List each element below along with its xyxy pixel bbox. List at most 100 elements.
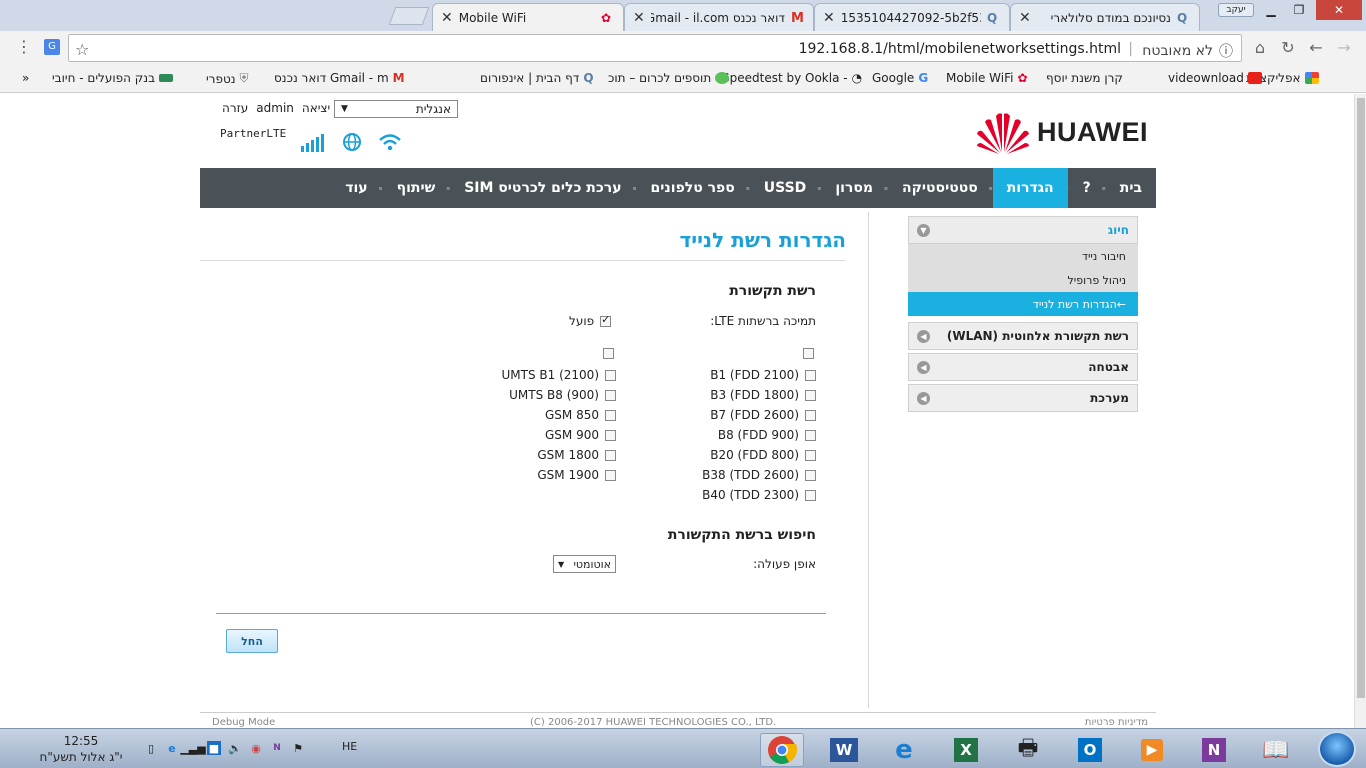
bookmark-bank[interactable]: בנק הפועלים - חיובי (52, 71, 174, 85)
band-b3[interactable]: B3 (FDD 1800) (710, 388, 816, 402)
excel-taskbar-icon[interactable]: X (944, 733, 988, 767)
logout-link[interactable]: יציאה (302, 101, 330, 115)
bookmark-netfree[interactable]: נטפרי ⛨ (206, 71, 249, 86)
apply-button[interactable]: החל (226, 629, 278, 653)
lte-enabled-checkbox[interactable]: פועל (569, 313, 612, 328)
security-indicator[interactable]: לא מאובטח ⓘ (1142, 41, 1233, 61)
scrollbar-thumb[interactable] (1357, 98, 1365, 698)
close-tab-icon[interactable]: ✕ (633, 10, 645, 26)
tab-gmail[interactable]: ✕ דואר נכנס Gmail - il.com M (624, 3, 814, 31)
home-icon[interactable]: ⌂ (1250, 38, 1270, 57)
language-select[interactable]: אנגלית ▼ (334, 100, 458, 118)
bookmarks-overflow-button[interactable]: » (22, 71, 29, 85)
privacy-policy-link[interactable]: מדיניות פרטיות (1085, 717, 1148, 728)
sidebar-group-dialup[interactable]: חיוג ▼ (908, 216, 1138, 244)
close-tab-icon[interactable]: ✕ (1019, 10, 1031, 26)
sidebar-group-security[interactable]: אבטחה ◀ (908, 353, 1138, 381)
band-umts-b1[interactable]: UMTS B1 (2100) (502, 368, 616, 382)
tray-app-icon[interactable]: ■ (207, 741, 221, 755)
band-b8[interactable]: B8 (FDD 900) (718, 428, 816, 442)
close-tab-icon[interactable]: ✕ (823, 10, 835, 26)
tab-mobile-wifi[interactable]: ✕ Mobile WiFi ✿ (432, 3, 624, 32)
nav-sharing[interactable]: שיתוף (383, 168, 450, 208)
chevron-left-icon: ◀ (917, 360, 930, 374)
bookmark-extensions[interactable]: תוספים לכרום – תוכ (608, 71, 730, 85)
volume-icon[interactable]: 🔈 (228, 741, 242, 755)
nav-help[interactable]: ? (1069, 168, 1105, 208)
nav-home[interactable]: בית (1106, 168, 1156, 208)
page-scrollbar[interactable] (1354, 94, 1366, 728)
battery-icon[interactable]: ▯ (144, 741, 158, 755)
printer-taskbar-icon[interactable]: 🖶 (1006, 733, 1050, 767)
bookmark-keren[interactable]: קרן משנת יוסף (1046, 71, 1123, 85)
outlook-taskbar-icon[interactable]: O (1068, 733, 1112, 767)
sidebar-group-system[interactable]: מערכת ◀ (908, 384, 1138, 412)
band-b1[interactable]: B1 (FDD 2100) (710, 368, 816, 382)
band-gsm-1900[interactable]: GSM 1900 (537, 468, 616, 482)
word-taskbar-icon[interactable]: W (822, 733, 866, 767)
book-taskbar-icon[interactable]: 📖 (1254, 733, 1298, 767)
bookmark-mobile-wifi[interactable]: Mobile WiFi ✿ (946, 71, 1028, 85)
action-center-flag-icon[interactable]: ⚑ (291, 741, 305, 755)
nav-phonebook[interactable]: ספר טלפונים (637, 168, 749, 208)
new-tab-button[interactable] (388, 7, 430, 25)
band-gsm-850[interactable]: GSM 850 (545, 408, 616, 422)
restore-icon[interactable]: ❐ (1286, 0, 1312, 20)
minimize-icon[interactable]: ▁ (1258, 0, 1284, 20)
nav-settings[interactable]: הגדרות (992, 168, 1068, 208)
window-close-icon[interactable]: ✕ (1316, 0, 1362, 20)
help-link[interactable]: עזרה (222, 101, 248, 115)
address-bar[interactable]: ☆ 192.168.8.1/html/mobilenetworksettings… (68, 34, 1242, 62)
band-gsm-1800[interactable]: GSM 1800 (537, 448, 616, 462)
sidebar-item-mobile-network-settings[interactable]: ←הגדרות רשת לנייד (908, 292, 1138, 316)
menu-kebab-icon[interactable]: ⋮ (16, 37, 32, 56)
forward-arrow-icon[interactable]: → (1334, 38, 1354, 57)
onenote-tray-icon[interactable]: N (270, 741, 284, 755)
nav-ussd[interactable]: USSD (750, 168, 821, 208)
bookmark-gmail[interactable]: דואר נכנס Gmail - m M (274, 71, 405, 85)
ie-taskbar-icon[interactable]: e (882, 733, 926, 767)
nav-statistics[interactable]: סטטיסטיקה (888, 168, 992, 208)
lte-bands-select-all[interactable] (803, 348, 814, 359)
bookmark-infor[interactable]: דף הבית | אינפורום Q (480, 71, 594, 85)
sidebar-group-wlan[interactable]: רשת תקשורת אלחוטית (WLAN) ◀ (908, 322, 1138, 350)
band-b38[interactable]: B38 (TDD 2600) (702, 468, 816, 482)
band-gsm-900[interactable]: GSM 900 (545, 428, 616, 442)
page-favicon-icon: Q (1177, 10, 1188, 25)
tab-forum[interactable]: ✕ נסיונכם במודם סלולארי Q (1010, 3, 1200, 31)
band-umts-b8[interactable]: UMTS B8 (900) (509, 388, 616, 402)
band-b40[interactable]: B40 (TDD 2300) (702, 488, 816, 502)
reload-icon[interactable]: ↻ (1278, 38, 1298, 57)
band-b20[interactable]: B20 (FDD 800) (710, 448, 816, 462)
nav-sim-toolkit[interactable]: ערכת כלים לכרטיס SIM (450, 168, 635, 208)
bookmark-speedtest[interactable]: Speedtest by Ookla - ◔ (722, 71, 862, 85)
tab-image[interactable]: ✕ 1535104427092-5b2f539 Q (814, 3, 1010, 31)
profile-button[interactable]: יעקב (1218, 3, 1254, 17)
nav-sms[interactable]: מסרון (821, 168, 887, 208)
debug-mode-link[interactable]: Debug Mode (212, 717, 275, 728)
bookmark-videownload[interactable]: videownload (1168, 71, 1262, 85)
language-indicator[interactable]: HE (342, 740, 357, 753)
media-taskbar-icon[interactable]: ▶ (1130, 733, 1174, 767)
network-signal-icon[interactable]: ▁▃▅ (180, 741, 205, 755)
mode-select[interactable]: אוטומטי ▼ (553, 555, 616, 573)
chrome-taskbar-icon[interactable] (760, 733, 804, 767)
nav-more[interactable]: עוד (331, 168, 381, 208)
translate-icon[interactable]: G (44, 39, 60, 55)
sidebar-item-mobile-connection[interactable]: חיבור נייד (908, 244, 1138, 268)
bookmark-google[interactable]: Google G (872, 71, 928, 85)
close-tab-icon[interactable]: ✕ (441, 10, 453, 26)
bookmark-star-icon[interactable]: ☆ (75, 40, 89, 59)
sidebar-item-profile-management[interactable]: ניהול פרופיל (908, 268, 1138, 292)
ie-tray-icon[interactable]: e (165, 741, 179, 755)
windows-start-button[interactable] (1318, 731, 1356, 767)
checkbox-icon (605, 429, 616, 441)
onenote-taskbar-icon[interactable]: N (1192, 733, 1236, 767)
other-bands-select-all[interactable] (603, 348, 614, 359)
bank-icon (159, 74, 174, 82)
band-b7[interactable]: B7 (FDD 2600) (710, 408, 816, 422)
sync-icon[interactable]: ◉ (249, 741, 263, 755)
form-divider (216, 613, 826, 614)
back-arrow-icon[interactable]: ← (1306, 38, 1326, 57)
system-clock[interactable]: 12:55 י"ג אלול תשע"ח (26, 733, 136, 765)
